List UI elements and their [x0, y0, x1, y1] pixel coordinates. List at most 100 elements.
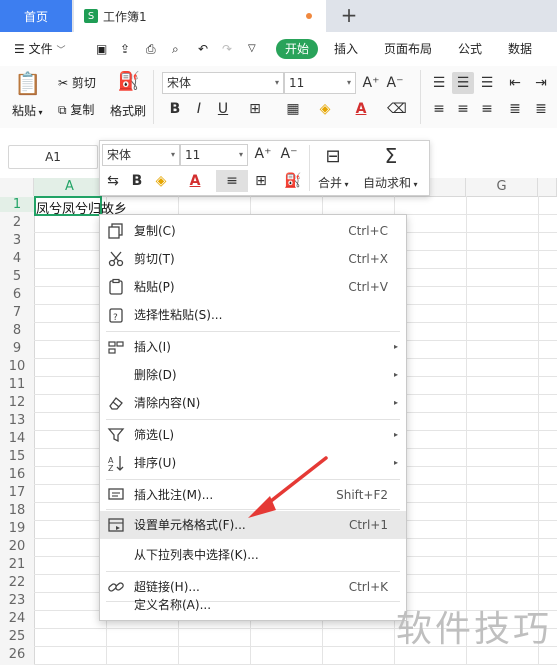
mini-font-name-select[interactable]: 宋体 ▾	[102, 144, 180, 166]
row-header[interactable]: 24	[0, 611, 34, 626]
align-right-icon[interactable]: ≡	[476, 98, 498, 120]
bold-button[interactable]: B	[164, 98, 186, 120]
font-size-select[interactable]: 11 ▾	[284, 72, 356, 94]
menu-item-filter[interactable]: 筛选(L) ▸	[100, 421, 406, 449]
redo-icon[interactable]: ↷	[222, 32, 232, 66]
save-icon[interactable]: ▣	[96, 32, 107, 66]
border-icon[interactable]: ⊞	[244, 98, 266, 120]
row-header[interactable]: 12	[0, 395, 34, 410]
row-header[interactable]: 16	[0, 467, 34, 482]
tab-data[interactable]: 数据	[508, 32, 532, 66]
menu-item-paste[interactable]: 粘贴(P) Ctrl+V	[100, 273, 406, 301]
format-painter-icon[interactable]: ⛽	[118, 70, 140, 92]
row-header[interactable]: 8	[0, 323, 34, 338]
tab-start[interactable]: 开始	[276, 39, 318, 59]
row-header[interactable]: 5	[0, 269, 34, 284]
fill-color-icon[interactable]: ◈	[150, 170, 172, 192]
menu-item-copy[interactable]: 复制(C) Ctrl+C	[100, 217, 406, 245]
italic-button[interactable]: I	[188, 98, 210, 120]
column-header[interactable]	[538, 178, 557, 196]
underline-button[interactable]: U	[212, 98, 234, 120]
row-header[interactable]: 22	[0, 575, 34, 590]
merge-cells-icon[interactable]: ⊟	[322, 145, 344, 167]
decrease-font-button[interactable]: A⁻	[384, 72, 406, 94]
autosum-button[interactable]: 自动求和 ▾	[363, 174, 418, 191]
format-painter-button[interactable]: 格式刷	[110, 102, 146, 119]
fill-color-icon[interactable]: ◈	[314, 98, 336, 120]
increase-indent-icon[interactable]: ⇥	[530, 72, 552, 94]
tab-home[interactable]: 首页	[0, 0, 72, 32]
align-left-icon[interactable]: ≡	[428, 98, 450, 120]
font-color-icon[interactable]: A	[184, 170, 206, 192]
row-header[interactable]: 2	[0, 215, 34, 230]
menu-item-cut[interactable]: 剪切(T) Ctrl+X	[100, 245, 406, 273]
row-header[interactable]: 25	[0, 629, 34, 644]
row-header[interactable]: 15	[0, 449, 34, 464]
row-header[interactable]: 26	[0, 647, 34, 662]
new-tab-button[interactable]: +	[338, 4, 360, 26]
row-header[interactable]: 7	[0, 305, 34, 320]
wrap-text-icon[interactable]: ⇆	[102, 170, 124, 192]
column-header-a[interactable]: A	[34, 178, 106, 196]
mini-font-size-select[interactable]: 11 ▾	[180, 144, 248, 166]
align-center-icon[interactable]: ≡	[452, 98, 474, 120]
column-header-g[interactable]: G	[466, 178, 538, 196]
row-header[interactable]: 23	[0, 593, 34, 608]
distributed-align-icon[interactable]: ≣	[530, 98, 552, 120]
decrease-indent-icon[interactable]: ⇤	[504, 72, 526, 94]
print-icon[interactable]: ⎙	[146, 32, 156, 66]
tab-insert[interactable]: 插入	[334, 32, 358, 66]
increase-font-button[interactable]: A⁺	[360, 72, 382, 94]
border-icon[interactable]: ⊞	[250, 170, 272, 192]
merge-cells-button[interactable]: 合并 ▾	[318, 174, 349, 191]
fill-style-icon[interactable]: ▦	[282, 98, 304, 120]
copy-button[interactable]: ⧉ 复制	[58, 101, 94, 118]
quick-access-dropdown-icon[interactable]: ▽	[248, 32, 256, 66]
align-middle-icon[interactable]: ☰	[452, 72, 474, 94]
row-header[interactable]: 1	[0, 197, 34, 212]
increase-font-button[interactable]: A⁺	[252, 143, 274, 165]
align-bottom-icon[interactable]: ☰	[476, 72, 498, 94]
cut-button[interactable]: ✂ 剪切	[58, 74, 96, 91]
preview-icon[interactable]: ⌕	[172, 32, 179, 66]
row-header[interactable]: 20	[0, 539, 34, 554]
menu-item-clear-contents[interactable]: 清除内容(N) ▸	[100, 389, 406, 417]
bold-button[interactable]: B	[126, 170, 148, 192]
tab-workbook[interactable]: S 工作簿1	[74, 0, 326, 32]
font-color-icon[interactable]: A	[350, 98, 372, 120]
row-header[interactable]: 3	[0, 233, 34, 248]
paste-icon[interactable]: 📋	[14, 70, 42, 98]
menu-item-delete[interactable]: 删除(D) ▸	[100, 361, 406, 389]
row-header[interactable]: 4	[0, 251, 34, 266]
export-icon[interactable]: ⇪	[120, 32, 130, 66]
format-painter-icon[interactable]: ⛽	[282, 170, 304, 192]
row-header[interactable]: 18	[0, 503, 34, 518]
undo-icon[interactable]: ↶	[198, 32, 208, 66]
decrease-font-button[interactable]: A⁻	[278, 143, 300, 165]
paste-button[interactable]: 粘贴 ▾	[12, 102, 43, 119]
row-header[interactable]: 19	[0, 521, 34, 536]
row-header[interactable]: 17	[0, 485, 34, 500]
align-top-icon[interactable]: ☰	[428, 72, 450, 94]
row-header[interactable]: 9	[0, 341, 34, 356]
justify-icon[interactable]: ≣	[504, 98, 526, 120]
row-header[interactable]: 11	[0, 377, 34, 392]
select-all-corner[interactable]	[0, 178, 34, 196]
align-center-icon[interactable]: ≡	[216, 170, 248, 192]
name-box[interactable]: A1	[8, 145, 98, 169]
eraser-icon[interactable]: ⌫	[386, 98, 408, 120]
sigma-icon[interactable]: Σ	[380, 144, 402, 168]
row-header[interactable]: 21	[0, 557, 34, 572]
menu-item-insert[interactable]: 插入(I) ▸	[100, 333, 406, 361]
row-header[interactable]: 14	[0, 431, 34, 446]
menu-item-paste-special[interactable]: ? 选择性粘贴(S)...	[100, 301, 406, 329]
menu-item-define-name[interactable]: 定义名称(A)...	[100, 591, 406, 619]
row-header[interactable]: 13	[0, 413, 34, 428]
font-name-select[interactable]: 宋体 ▾	[162, 72, 284, 94]
tab-formula[interactable]: 公式	[458, 32, 482, 66]
menu-file[interactable]: ☰ 文件 ﹀	[14, 32, 65, 66]
menu-item-pick-from-list[interactable]: 从下拉列表中选择(K)...	[100, 541, 406, 569]
row-header[interactable]: 10	[0, 359, 34, 374]
tab-page-layout[interactable]: 页面布局	[384, 32, 432, 66]
row-header[interactable]: 6	[0, 287, 34, 302]
